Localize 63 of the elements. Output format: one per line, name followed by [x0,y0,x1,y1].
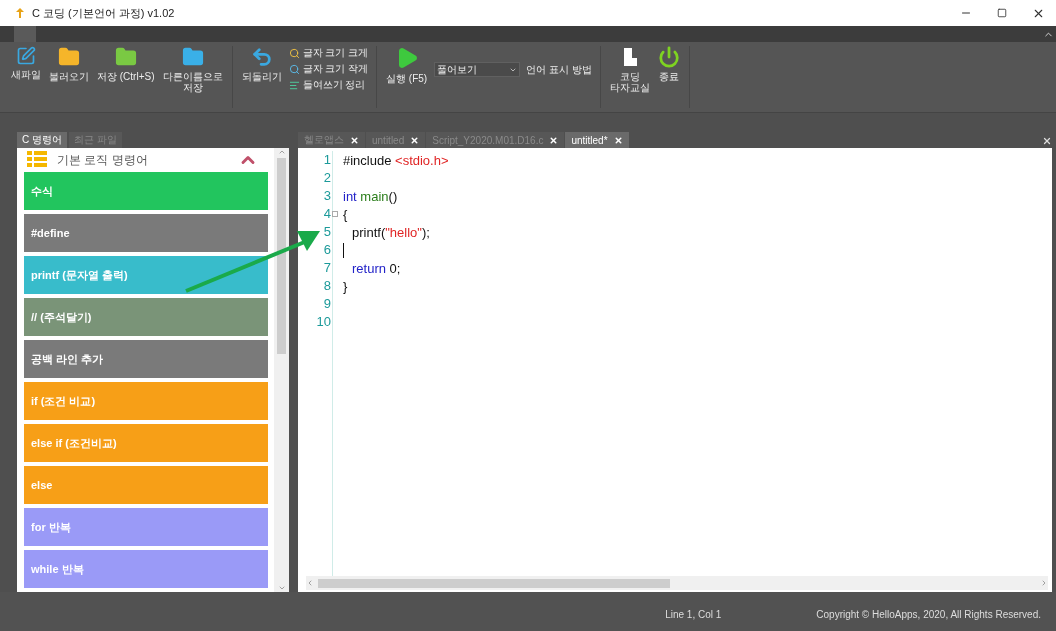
language-dropdown[interactable]: 풀어보기 [434,62,521,77]
toolbar-button[interactable]: 다른이름으로 저장 [161,46,224,93]
line-number: 8 [323,277,331,295]
scroll-right-icon[interactable] [1040,579,1048,587]
zoom-in-icon [288,47,300,59]
close-icon[interactable] [1042,136,1052,146]
maximize-icon [997,8,1007,18]
line-number: 5 [323,223,331,241]
line-number: 7 [323,259,331,277]
code-line: } [342,278,348,294]
code-line: printf("hello"); [351,224,430,240]
dropdown-label: 언어 표시 방법 [526,63,592,77]
code-editor[interactable]: 1 2 3 4 5 6 7 8 9 10 #include <stdio.h> int main() { printf("hello"); return 0; } [298,148,1052,592]
toolbar-button[interactable]: 코딩 타자교실 [608,46,651,93]
category-title: 기본 로직 명령어 [57,151,148,169]
toolbar-button[interactable]: 들여쓰기 정리 [288,78,369,92]
list-icon [27,151,47,169]
zoom-out-icon [288,63,300,75]
line-number: 10 [316,313,331,331]
line-number: 6 [323,241,331,259]
folder-icon [114,46,137,68]
line-number: 1 [323,151,331,169]
toolbar-button[interactable]: 종료 [656,46,681,82]
toolbar-button[interactable]: 글자 크기 크게 [288,46,369,60]
toolbar-button[interactable]: 되돌리기 [240,46,283,82]
panel-tab[interactable]: C 명령어 [17,132,67,148]
line-number: 2 [323,169,331,187]
toolbar-button[interactable]: 글자 크기 작게 [288,62,369,76]
app-logo-icon [14,7,26,19]
code-line: int main() [342,188,398,204]
toolbar-button[interactable]: 저장 (Ctrl+S) [96,46,156,82]
close-icon[interactable] [410,135,420,145]
code-line: #include <stdio.h> [342,152,449,168]
close-icon[interactable] [549,135,559,145]
fold-icon[interactable] [332,211,338,217]
toolbar-button[interactable]: 새파일 [10,46,42,80]
undo-icon [250,46,273,68]
line-number: 4 [323,205,331,223]
scroll-down-icon[interactable] [277,584,286,592]
cursor-position: Line 1, Col 1 [665,609,722,620]
line-number: 3 [323,187,331,205]
command-item[interactable]: #define [24,214,268,252]
scroll-up-icon[interactable] [277,148,286,156]
file-tab[interactable]: untitled* [565,132,629,148]
code-line: return 0; [351,260,401,276]
close-icon[interactable] [350,135,359,145]
folder-icon [181,46,204,68]
folder-icon [58,46,80,68]
code-line: { [342,206,348,222]
line-number: 9 [323,295,331,313]
copyright-text: Copyright © HelloApps, 2020, All Rights Reserved. [816,609,1041,620]
window-title: C 코딩 (기본언어 과정) v1.02 [32,5,175,21]
command-item[interactable]: // (주석달기) [24,298,268,336]
scrollbar[interactable] [274,148,289,592]
toolbar-button[interactable]: 실행 (F5) [385,46,429,84]
power-icon [657,46,680,68]
scroll-left-icon[interactable] [306,579,314,587]
toolbar-button[interactable]: 불러오기 [48,46,90,82]
indent-icon [288,79,300,91]
edit-icon [16,46,36,66]
scrollbar[interactable] [306,576,1048,590]
close-icon[interactable] [613,135,623,145]
command-item[interactable]: 공백 라인 추가 [24,340,268,378]
